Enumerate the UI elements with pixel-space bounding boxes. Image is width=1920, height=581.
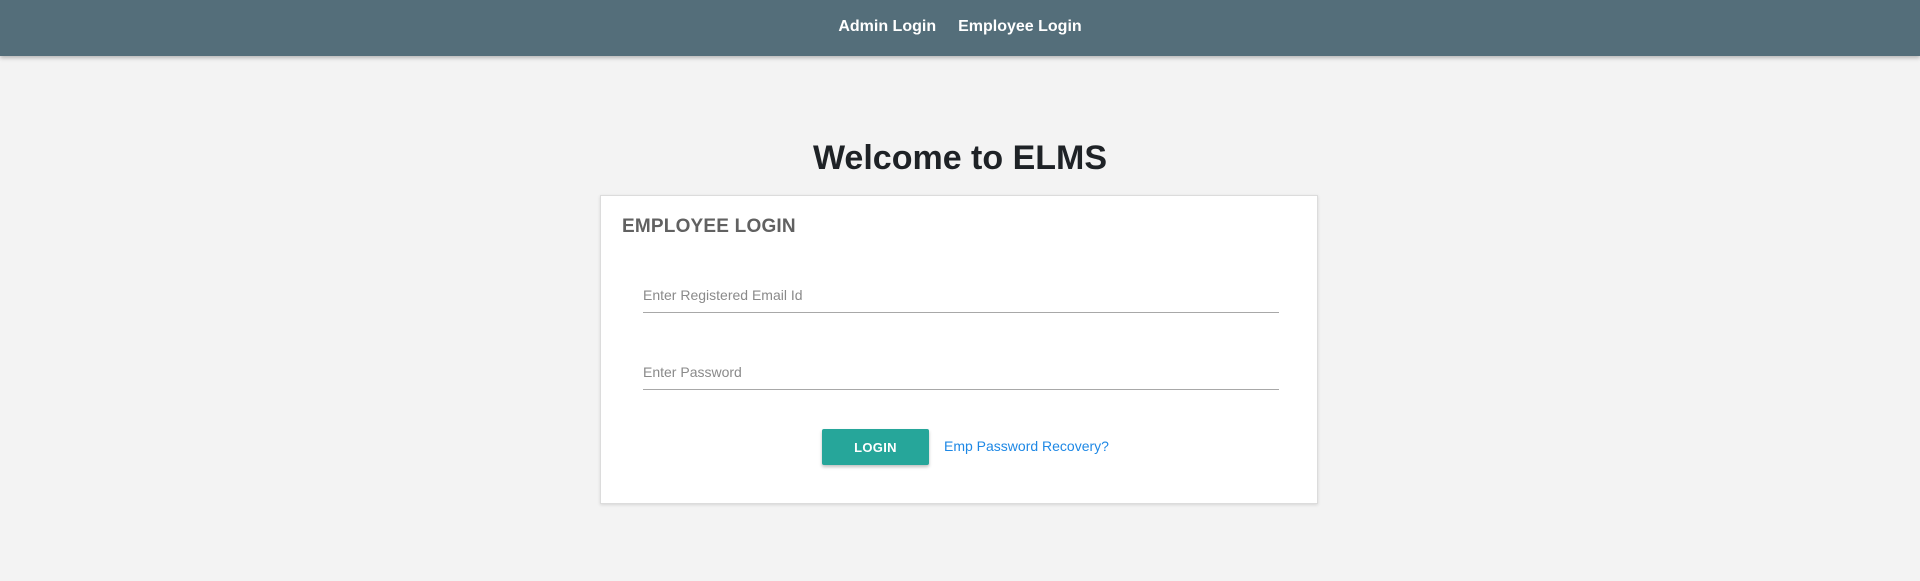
login-card: EMPLOYEE LOGIN LOGIN Emp Password Recove… [600,195,1318,504]
password-field[interactable] [643,354,1279,390]
page-title: Welcome to ELMS [812,139,1108,177]
nav-admin-login-link[interactable]: Admin Login [838,0,936,55]
card-title: EMPLOYEE LOGIN [622,216,796,237]
nav-employee-login-link[interactable]: Employee Login [958,0,1082,55]
email-field[interactable] [643,277,1279,313]
top-nav-bar: Admin Login Employee Login [0,0,1920,56]
password-recovery-link[interactable]: Emp Password Recovery? [944,438,1109,454]
login-button[interactable]: LOGIN [822,429,929,465]
